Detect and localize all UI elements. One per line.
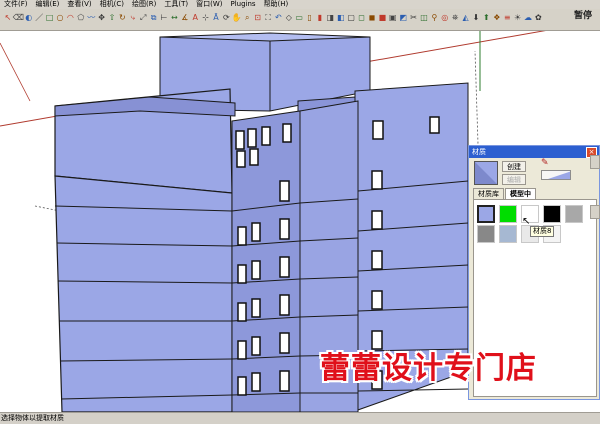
share-model-icon[interactable]: ⬆: [481, 11, 491, 25]
status-bar: 选择物体以提取材质: [0, 412, 600, 424]
left-view-icon[interactable]: ◧: [336, 11, 346, 25]
front-view-icon[interactable]: ▯: [305, 11, 315, 25]
position-camera-icon[interactable]: ⛯: [450, 11, 460, 25]
paint-bucket-icon[interactable]: ◐: [24, 11, 34, 25]
follow-me-icon[interactable]: ⤷: [128, 11, 138, 25]
fog-icon[interactable]: ☁: [523, 11, 533, 25]
material-preview-strip: [541, 170, 571, 180]
material-swatch[interactable]: [543, 205, 561, 223]
select-arrow-icon[interactable]: ↖: [3, 11, 13, 25]
pan-icon[interactable]: ✋: [232, 11, 242, 25]
back-view-icon[interactable]: ◨: [325, 11, 335, 25]
eraser-icon[interactable]: ⌫: [13, 11, 24, 25]
top-view-icon[interactable]: ▭: [294, 11, 304, 25]
zoom-icon[interactable]: ⌕: [242, 11, 252, 25]
red-axis-back: [0, 42, 31, 102]
pause-label[interactable]: 暂停: [574, 10, 592, 22]
text-icon[interactable]: A: [190, 11, 200, 25]
dimension-icon[interactable]: ↔: [169, 11, 179, 25]
material-tooltip: 材质8: [530, 226, 555, 237]
rectangle-icon[interactable]: □: [45, 11, 55, 25]
monochrome-icon[interactable]: ◩: [398, 11, 408, 25]
menu-plugins[interactable]: Plugins: [226, 0, 259, 9]
tower-left-face: [54, 175, 233, 412]
right-view-icon[interactable]: ▮: [315, 11, 325, 25]
shaded-icon[interactable]: ■: [377, 11, 387, 25]
main-toolbar: 暂停 ↖ ⌫ ◐ ／ □ ○ ◠ ⬠ 〰 ✥ ⇧ ↻ ⤷ ⤢ ⧉ ⊢ ↔ ∡ A ⊹ Ā ⟳ ✋ ⌕ ⊡ ⛶ ↶ ◇ ▭ ▯ ▮ ◨ ◧ ▢ ◻ ◼ ■…: [0, 9, 600, 31]
menu-window[interactable]: 窗口(W): [192, 0, 226, 9]
material-swatch[interactable]: [565, 205, 583, 223]
sandbox-icon[interactable]: ◭: [461, 11, 471, 25]
wireframe-icon[interactable]: ◻: [357, 11, 367, 25]
section-plane-icon[interactable]: ✂: [409, 11, 419, 25]
shop-watermark: 蕾蕾设计专门店: [320, 351, 537, 386]
tape-measure-icon[interactable]: ⊢: [159, 11, 169, 25]
offset-icon[interactable]: ⧉: [149, 11, 159, 25]
material-preview: [474, 161, 498, 185]
panel-expand-button[interactable]: [590, 155, 600, 169]
material-swatch[interactable]: [499, 205, 517, 223]
menu-tools[interactable]: 工具(T): [160, 0, 192, 9]
rotate-icon[interactable]: ↻: [117, 11, 127, 25]
component-icon[interactable]: ❖: [492, 11, 502, 25]
axes-icon[interactable]: ⊹: [201, 11, 211, 25]
shadow-icon[interactable]: ☀: [513, 11, 523, 25]
freehand-icon[interactable]: 〰: [86, 11, 96, 25]
line-icon[interactable]: ／: [34, 11, 44, 25]
zoom-extents-icon[interactable]: ⛶: [263, 11, 273, 25]
material-swatch[interactable]: [477, 205, 495, 223]
circle-icon[interactable]: ○: [55, 11, 65, 25]
get-models-icon[interactable]: ⬇: [471, 11, 481, 25]
shaded-texture-icon[interactable]: ▣: [388, 11, 398, 25]
menu-help[interactable]: 帮助(H): [260, 0, 293, 9]
orbit-icon[interactable]: ⟳: [221, 11, 231, 25]
zoom-window-icon[interactable]: ⊡: [253, 11, 263, 25]
hidden-line-icon[interactable]: ◼: [367, 11, 377, 25]
materials-titlebar[interactable]: 材质 ×: [469, 146, 599, 158]
menu-view[interactable]: 查看(V): [63, 0, 95, 9]
iso-view-icon[interactable]: ◇: [284, 11, 294, 25]
material-swatch[interactable]: [499, 225, 517, 243]
x-ray-icon[interactable]: ▢: [346, 11, 356, 25]
create-material-button[interactable]: 创建: [502, 161, 526, 172]
display-section-icon[interactable]: ◫: [419, 11, 429, 25]
menu-file[interactable]: 文件(F): [0, 0, 32, 9]
walk-icon[interactable]: ⚲: [429, 11, 439, 25]
style-icon[interactable]: ✿: [533, 11, 543, 25]
scale-icon[interactable]: ⤢: [138, 11, 148, 25]
layer-icon[interactable]: ≡: [502, 11, 512, 25]
edit-material-button[interactable]: 编辑: [502, 174, 526, 185]
materials-title: 材质: [472, 148, 486, 156]
protractor-icon[interactable]: ∡: [180, 11, 190, 25]
material-swatch[interactable]: [477, 225, 495, 243]
previous-icon[interactable]: ↶: [273, 11, 283, 25]
menu-edit[interactable]: 编辑(E): [32, 0, 64, 9]
arc-icon[interactable]: ◠: [65, 11, 75, 25]
look-around-icon[interactable]: ◎: [440, 11, 450, 25]
sample-paint-icon[interactable]: ✎: [541, 158, 549, 168]
3d-text-icon[interactable]: Ā: [211, 11, 221, 25]
push-pull-icon[interactable]: ⇧: [107, 11, 117, 25]
menu-camera[interactable]: 相机(C): [96, 0, 128, 9]
panel-scroll-button[interactable]: [590, 205, 600, 219]
status-text: 选择物体以提取材质: [1, 414, 64, 422]
polygon-icon[interactable]: ⬠: [76, 11, 86, 25]
menu-draw[interactable]: 绘图(R): [128, 0, 160, 9]
move-icon[interactable]: ✥: [97, 11, 107, 25]
